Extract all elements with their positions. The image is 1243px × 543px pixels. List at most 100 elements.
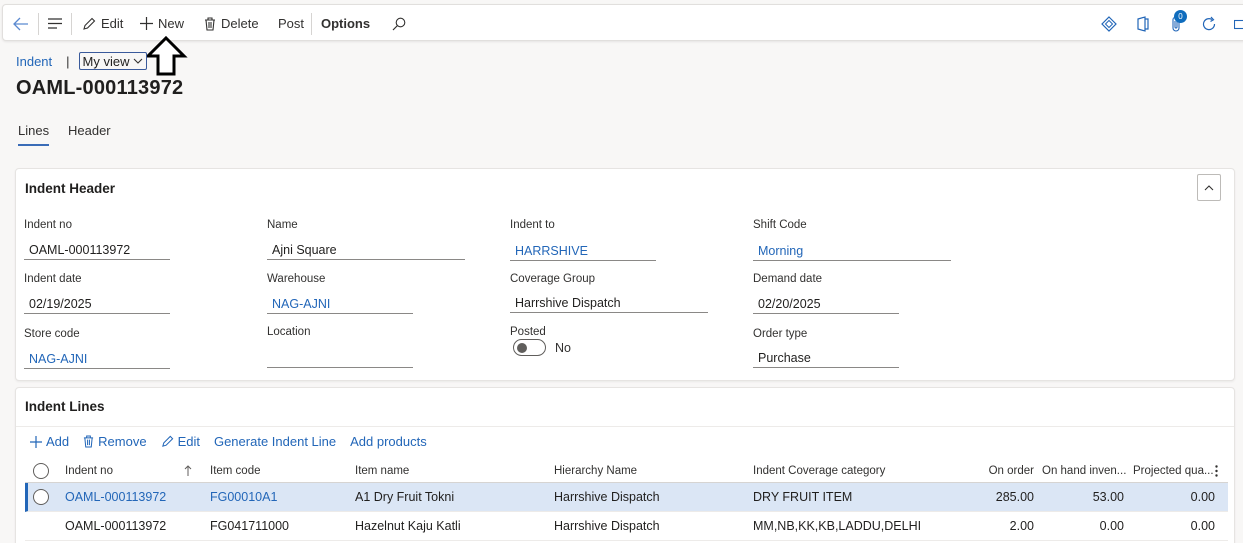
- row-select-radio[interactable]: [33, 483, 49, 511]
- cell-on-order: 285.00: [995, 490, 1034, 504]
- diamond-button[interactable]: [1101, 5, 1117, 42]
- menu-button[interactable]: [48, 5, 63, 42]
- grid-header-row: Indent no Item code Item name Hierarchy …: [25, 459, 1228, 483]
- delete-button[interactable]: Delete: [204, 5, 259, 42]
- paperclip-icon: 0: [1171, 9, 1187, 32]
- table-row[interactable]: OAML-000113972 FG041711000 Hazelnut Kaju…: [25, 512, 1228, 541]
- cell-on-order: 2.00: [1009, 519, 1034, 533]
- breadcrumb-link-indent[interactable]: Indent: [16, 54, 52, 69]
- name-value[interactable]: Ajni Square: [267, 240, 465, 260]
- sort-ascending-icon: [184, 459, 192, 482]
- search-icon: [392, 17, 406, 31]
- cell-hierarchy: Harrshive Dispatch: [554, 519, 660, 533]
- indent-date-value[interactable]: 02/19/2025: [24, 294, 170, 314]
- cell-on-hand: 0.00: [1099, 519, 1124, 533]
- tab-lines[interactable]: Lines: [18, 123, 50, 146]
- posted-toggle[interactable]: [513, 339, 546, 356]
- coverage-group-label: Coverage Group: [510, 273, 596, 285]
- popout-icon: [1234, 18, 1243, 30]
- location-label: Location: [267, 326, 311, 338]
- search-button[interactable]: [392, 5, 406, 42]
- location-value[interactable]: [267, 348, 413, 368]
- back-arrow-icon: [13, 17, 29, 31]
- toolbar-divider: [311, 13, 312, 35]
- posted-label: Posted: [510, 326, 546, 338]
- cell-indent-no[interactable]: OAML-000113972: [65, 483, 166, 511]
- column-header-hierarchy[interactable]: Hierarchy Name: [554, 459, 637, 482]
- add-line-button[interactable]: Add: [30, 434, 69, 449]
- edit-line-button[interactable]: Edit: [161, 434, 200, 449]
- column-header-item-code[interactable]: Item code: [210, 459, 261, 482]
- edit-line-label: Edit: [177, 434, 200, 449]
- cell-projected: 0.00: [1190, 519, 1215, 533]
- cell-on-hand: 53.00: [1092, 490, 1124, 504]
- cell-item-code[interactable]: FG00010A1: [210, 483, 277, 511]
- chevron-down-icon: [133, 58, 143, 64]
- indent-date-label: Indent date: [24, 273, 82, 285]
- cell-category: MM,NB,KK,KB,LADDU,DELHI: [753, 519, 922, 533]
- office-icon: [1136, 15, 1150, 32]
- cell-indent-no[interactable]: OAML-000113972: [65, 512, 166, 540]
- hamburger-icon: [48, 18, 63, 29]
- edit-button[interactable]: Edit: [82, 5, 123, 42]
- demand-date-label: Demand date: [753, 273, 823, 285]
- more-options-icon[interactable]: [1215, 459, 1218, 482]
- indent-to-label: Indent to: [510, 219, 555, 231]
- breadcrumb-separator: |: [66, 53, 70, 69]
- indent-header-card: Indent Header Indent no OAML-000113972 N…: [15, 168, 1235, 381]
- posted-toggle-text: No: [555, 341, 571, 355]
- shift-code-value[interactable]: Morning: [753, 241, 951, 261]
- collapse-button[interactable]: [1197, 174, 1221, 201]
- column-header-item-name[interactable]: Item name: [355, 459, 409, 482]
- attachments-button[interactable]: 0: [1171, 5, 1187, 42]
- radio-circle: [33, 489, 49, 505]
- warehouse-label: Warehouse: [267, 273, 326, 285]
- indent-no-value[interactable]: OAML-000113972: [24, 240, 170, 260]
- refresh-button[interactable]: [1201, 5, 1217, 42]
- pencil-icon: [161, 435, 174, 448]
- new-label: New: [158, 16, 185, 31]
- plus-icon: [140, 17, 153, 30]
- add-products-button[interactable]: Add products: [350, 434, 427, 449]
- remove-line-button[interactable]: Remove: [83, 434, 147, 449]
- options-tab[interactable]: Options: [321, 5, 370, 42]
- notification-badge: 0: [1174, 9, 1187, 23]
- name-label: Name: [267, 219, 298, 231]
- section-divider: [16, 426, 1234, 427]
- lines-action-bar: Add Remove Edit Generate Indent Line Add…: [30, 434, 427, 449]
- generate-indent-line-button[interactable]: Generate Indent Line: [214, 434, 336, 449]
- select-all-radio[interactable]: [33, 459, 49, 482]
- cell-category: DRY FRUIT ITEM: [753, 490, 853, 504]
- indent-header-title: Indent Header: [25, 181, 116, 196]
- coverage-group-value[interactable]: Harrshive Dispatch: [510, 293, 708, 313]
- up-arrow-annotation-icon: [144, 35, 188, 81]
- column-header-on-order[interactable]: On order: [965, 459, 1034, 482]
- trash-icon: [204, 16, 216, 31]
- office-button[interactable]: [1136, 5, 1150, 42]
- store-code-value[interactable]: NAG-AJNI: [24, 349, 170, 369]
- cell-item-code[interactable]: FG041711000: [210, 512, 289, 540]
- cell-projected: 0.00: [1190, 490, 1215, 504]
- column-header-category[interactable]: Indent Coverage category: [753, 459, 885, 482]
- order-type-value[interactable]: Purchase: [753, 348, 899, 368]
- tab-header[interactable]: Header: [68, 123, 111, 146]
- refresh-icon: [1201, 16, 1217, 32]
- popout-button[interactable]: [1234, 5, 1243, 42]
- breadcrumb: Indent | My view: [16, 52, 147, 70]
- radio-circle: [33, 462, 49, 479]
- indent-no-label: Indent no: [24, 219, 72, 231]
- view-selector[interactable]: My view: [78, 52, 147, 70]
- column-header-on-hand[interactable]: On hand inven...: [1042, 459, 1126, 482]
- demand-date-value[interactable]: 02/20/2025: [753, 294, 899, 314]
- order-type-label: Order type: [753, 328, 808, 340]
- table-row[interactable]: OAML-000113972 FG00010A1 A1 Dry Fruit To…: [25, 483, 1228, 512]
- back-button[interactable]: [13, 5, 29, 42]
- indent-to-value[interactable]: HARRSHIVE: [510, 241, 656, 261]
- post-button[interactable]: Post: [278, 5, 304, 42]
- cell-item-name: Hazelnut Kaju Katli: [355, 519, 461, 533]
- toggle-knob: [517, 343, 527, 353]
- column-header-projected[interactable]: Projected qua...: [1133, 459, 1214, 482]
- column-header-indent-no[interactable]: Indent no: [65, 459, 113, 482]
- warehouse-value[interactable]: NAG-AJNI: [267, 294, 413, 314]
- trash-icon: [83, 435, 94, 448]
